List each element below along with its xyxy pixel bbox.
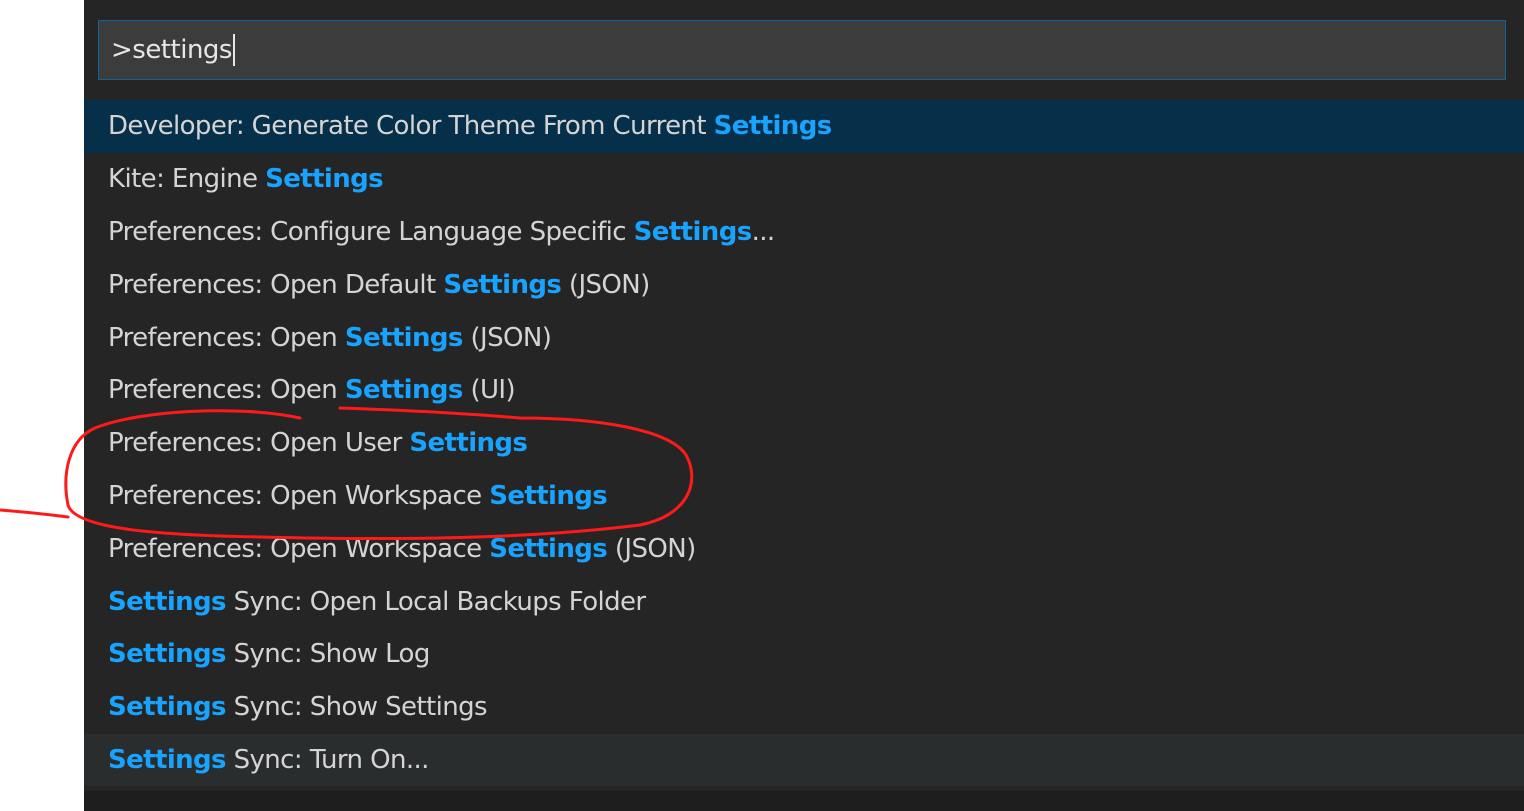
command-item-open-default-settings-json[interactable]: Preferences: Open Default Settings (JSON…: [84, 258, 1524, 311]
command-item-open-workspace-settings-json[interactable]: Preferences: Open Workspace Settings (JS…: [84, 522, 1524, 575]
editor-background-strip: [84, 791, 1524, 811]
command-results-list: Developer: Generate Color Theme From Cur…: [84, 100, 1524, 787]
command-label-suffix: Sync: Open Local Backups Folder: [225, 586, 647, 617]
command-label-suffix: (JSON): [561, 269, 650, 300]
command-label: Preferences: Open: [108, 322, 345, 353]
command-label: Preferences: Open: [108, 375, 345, 406]
command-item-sync-open-local-backups[interactable]: Settings Sync: Open Local Backups Folder: [84, 575, 1524, 628]
annotation-arrow-line: [0, 508, 70, 519]
command-item-open-workspace-settings[interactable]: Preferences: Open Workspace Settings: [84, 470, 1524, 523]
command-item-generate-color-theme[interactable]: Developer: Generate Color Theme From Cur…: [84, 100, 1524, 153]
command-item-configure-language-settings[interactable]: Preferences: Configure Language Specific…: [84, 206, 1524, 259]
match-highlight: Settings: [108, 744, 227, 775]
command-label-suffix: (JSON): [462, 322, 552, 353]
command-label-suffix: ...: [751, 216, 776, 247]
command-label: Preferences: Open Workspace: [108, 480, 490, 511]
match-highlight: Settings: [489, 480, 608, 511]
command-item-sync-turn-on[interactable]: Settings Sync: Turn On...: [84, 733, 1524, 787]
command-label: Kite: Engine: [108, 164, 266, 195]
command-search-input[interactable]: >settings: [98, 20, 1506, 80]
text-caret: [232, 34, 235, 66]
command-item-open-settings-ui[interactable]: Preferences: Open Settings (UI): [84, 364, 1524, 417]
match-highlight: Settings: [443, 269, 562, 300]
command-label: Preferences: Open User: [108, 428, 410, 459]
command-item-sync-show-settings[interactable]: Settings Sync: Show Settings: [84, 681, 1524, 734]
match-highlight: Settings: [108, 639, 227, 670]
command-item-sync-show-log[interactable]: Settings Sync: Show Log: [84, 628, 1524, 681]
match-highlight: Settings: [265, 164, 384, 195]
match-highlight: Settings: [108, 692, 227, 723]
command-item-open-settings-json[interactable]: Preferences: Open Settings (JSON): [84, 311, 1524, 364]
search-query-text: >settings: [111, 35, 232, 65]
command-item-kite-engine-settings[interactable]: Kite: Engine Settings: [84, 153, 1524, 206]
match-highlight: Settings: [633, 216, 753, 247]
match-highlight: Settings: [344, 322, 464, 353]
command-label: Preferences: Configure Language Specific: [108, 216, 634, 247]
command-label-suffix: Sync: Show Settings: [225, 692, 488, 723]
match-highlight: Settings: [713, 111, 833, 142]
match-highlight: Settings: [108, 586, 227, 617]
command-label-suffix: Sync: Show Log: [225, 639, 431, 670]
command-label: Preferences: Open Default: [108, 269, 444, 300]
match-highlight: Settings: [409, 428, 528, 459]
command-label-suffix: (JSON): [607, 533, 696, 564]
match-highlight: Settings: [344, 375, 464, 406]
match-highlight: Settings: [489, 533, 608, 564]
command-label-suffix: (UI): [462, 375, 516, 406]
command-label: Preferences: Open Workspace: [108, 533, 490, 564]
command-palette: >settings Developer: Generate Color Them…: [84, 0, 1524, 811]
command-item-open-user-settings[interactable]: Preferences: Open User Settings: [84, 417, 1524, 470]
command-label-suffix: Sync: Turn On...: [225, 744, 430, 775]
command-label: Developer: Generate Color Theme From Cur…: [108, 111, 714, 142]
